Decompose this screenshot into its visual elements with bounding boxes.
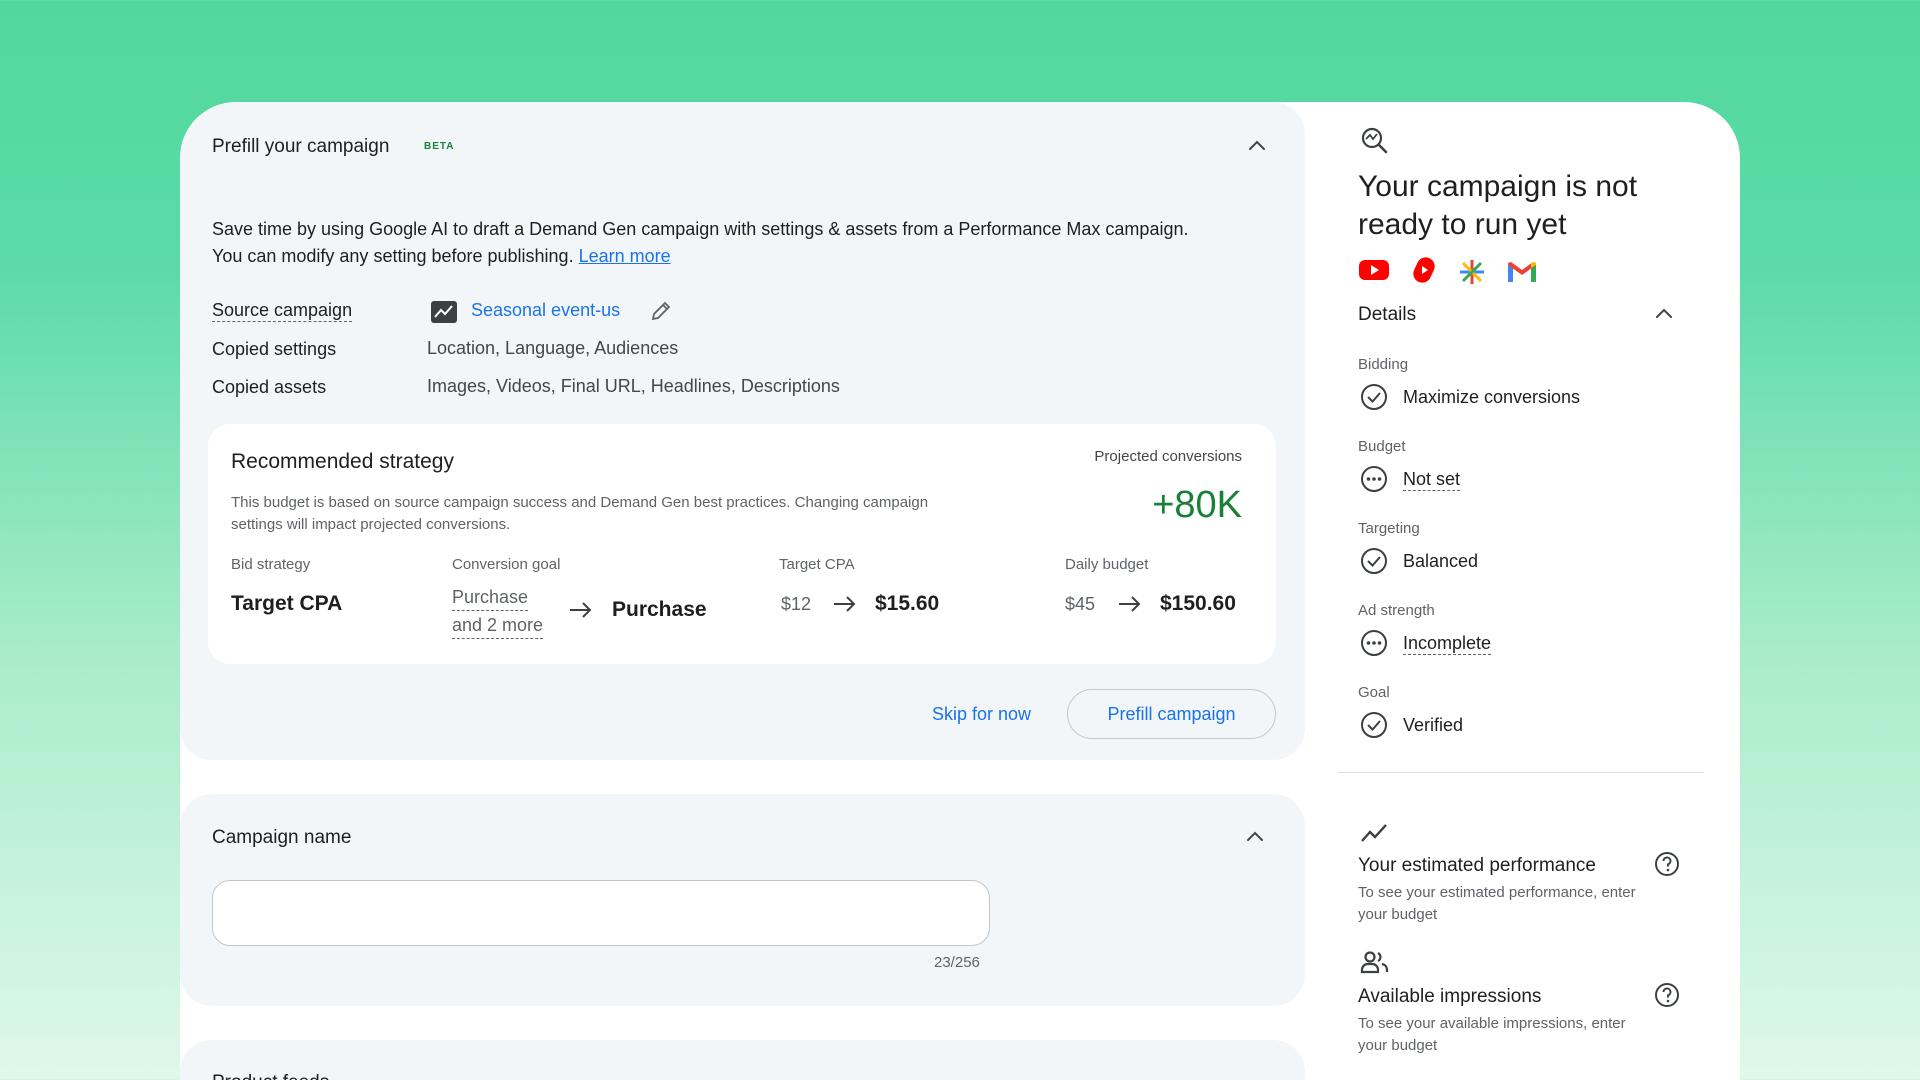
help-icon[interactable] — [1654, 982, 1680, 1008]
recommended-strategy-box: Recommended strategy This budget is base… — [208, 424, 1276, 664]
available-impressions-subtitle: To see your available impressions, enter… — [1358, 1015, 1626, 1054]
conversion-goal-label: Conversion goal — [452, 556, 561, 573]
details-label: Details — [1358, 304, 1417, 325]
readiness-title: Your campaign is not ready to run yet — [1358, 170, 1638, 241]
prefill-campaign-button[interactable]: Prefill campaign — [1067, 689, 1276, 739]
ad-strength-label: Ad strength — [1358, 602, 1435, 619]
strategy-title: Recommended strategy — [231, 450, 454, 473]
goal-to-value: Purchase — [612, 598, 707, 621]
targeting-status: Balanced — [1403, 551, 1479, 571]
search-insights-icon — [1361, 127, 1388, 154]
budget-label: Budget — [1358, 438, 1406, 455]
people-icon — [1360, 951, 1389, 974]
daily-to-value: $150.60 — [1160, 592, 1236, 615]
copied-assets-label: Copied assets — [212, 377, 327, 397]
pending-circle-icon — [1361, 466, 1387, 492]
check-circle-icon — [1361, 384, 1387, 410]
arrow-right-icon — [570, 602, 592, 618]
daily-from-value: $45 — [1065, 594, 1096, 614]
gmail-icon — [1508, 262, 1536, 282]
check-circle-icon — [1361, 712, 1387, 738]
arrow-right-icon — [1119, 596, 1141, 612]
bid-strategy-value: Target CPA — [231, 592, 343, 615]
estimated-performance-title: Your estimated performance — [1358, 855, 1596, 876]
cpa-to-value: $15.60 — [875, 592, 940, 615]
bidding-status: Maximize conversions — [1403, 387, 1581, 407]
learn-more-link[interactable]: Learn more — [579, 246, 671, 266]
available-impressions-title: Available impressions — [1358, 986, 1542, 1007]
campaign-chart-icon — [431, 301, 457, 323]
projected-conversions-value: +80K — [1152, 484, 1242, 526]
product-feeds-title: Product feeds — [212, 1072, 329, 1080]
daily-budget-label: Daily budget — [1065, 556, 1149, 573]
campaign-name-title: Campaign name — [212, 827, 352, 848]
pending-circle-icon — [1361, 630, 1387, 656]
source-campaign-link[interactable]: Seasonal event-us — [471, 300, 620, 321]
strategy-description: This budget is based on source campaign … — [231, 494, 929, 533]
help-icon[interactable] — [1654, 851, 1680, 877]
prefill-description: Save time by using Google AI to draft a … — [212, 216, 1212, 270]
source-campaign-label[interactable]: Source campaign — [212, 300, 353, 322]
budget-status[interactable]: Not set — [1403, 469, 1461, 491]
goal-from-line2[interactable]: and 2 more — [452, 612, 544, 639]
estimated-performance-subtitle: To see your estimated performance, enter… — [1358, 884, 1636, 923]
discover-icon — [1460, 260, 1484, 284]
campaign-name-input[interactable] — [212, 880, 990, 946]
description-text: Save time by using Google AI to draft a … — [212, 219, 1189, 266]
bid-strategy-label: Bid strategy — [231, 556, 311, 573]
chevron-up-icon[interactable] — [1652, 302, 1676, 326]
copied-settings-label: Copied settings — [212, 339, 337, 359]
target-cpa-label: Target CPA — [779, 556, 855, 573]
arrow-right-icon — [834, 596, 856, 612]
skip-for-now-button[interactable]: Skip for now — [932, 704, 1031, 725]
cpa-from-value: $12 — [781, 594, 812, 614]
check-circle-icon — [1361, 548, 1387, 574]
copied-assets-value: Images, Videos, Final URL, Headlines, De… — [427, 376, 840, 396]
beta-badge: BETA — [424, 141, 455, 152]
edit-pencil-icon[interactable] — [650, 300, 672, 322]
youtube-icon — [1359, 260, 1389, 280]
trending-up-icon — [1361, 824, 1387, 842]
character-counter: 23/256 — [934, 954, 980, 971]
targeting-label: Targeting — [1358, 520, 1420, 537]
projected-conversions-label: Projected conversions — [1094, 448, 1242, 465]
chevron-up-icon[interactable] — [1245, 134, 1269, 158]
product-feeds-card — [180, 1040, 1305, 1080]
copied-settings-value: Location, Language, Audiences — [427, 338, 679, 358]
goal-from-line1[interactable]: Purchase — [452, 584, 529, 611]
goal-label: Goal — [1358, 684, 1390, 701]
bidding-label: Bidding — [1358, 356, 1409, 373]
panel-divider — [1338, 772, 1704, 773]
goal-status: Verified — [1403, 715, 1464, 735]
chevron-up-icon[interactable] — [1243, 825, 1267, 849]
prefill-title: Prefill your campaign — [212, 136, 390, 157]
shorts-icon — [1413, 257, 1435, 283]
ad-strength-status[interactable]: Incomplete — [1403, 633, 1492, 655]
